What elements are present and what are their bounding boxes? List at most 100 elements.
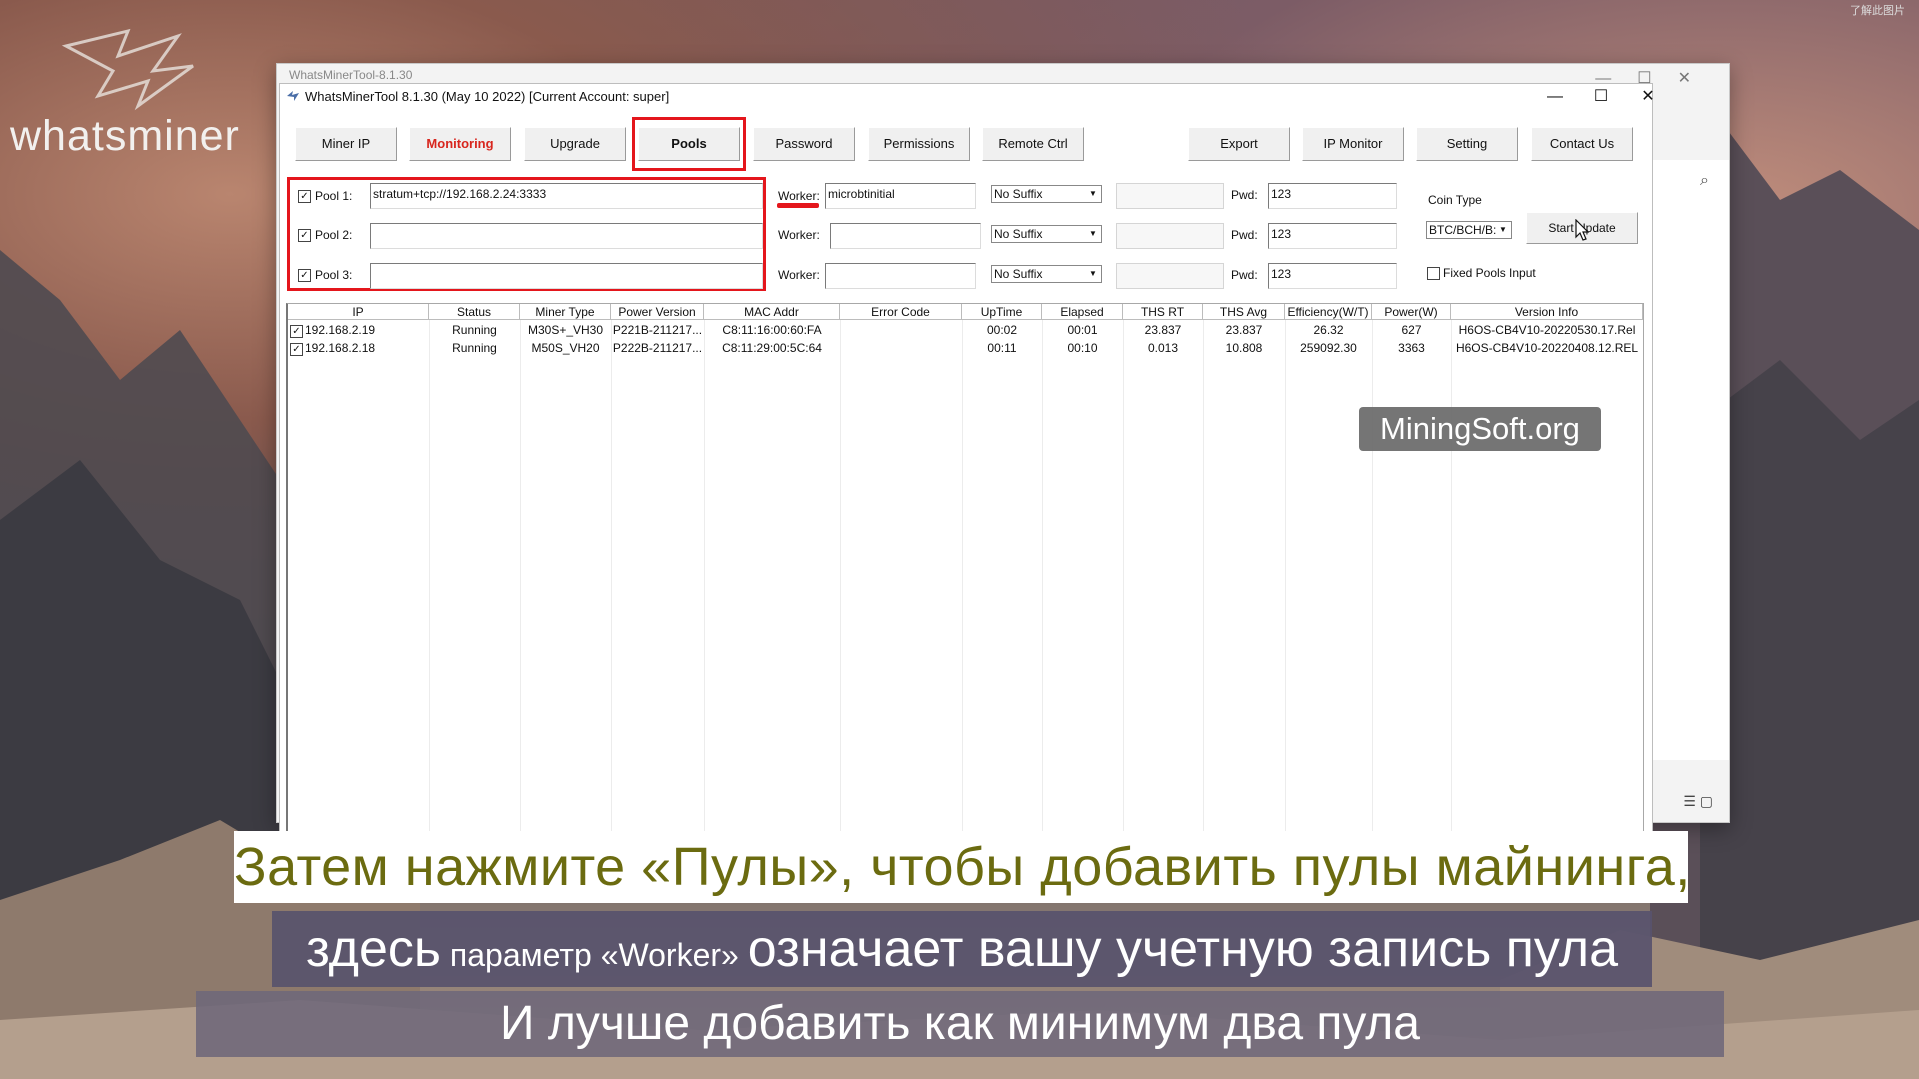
tab-contact-us[interactable]: Contact Us — [1531, 127, 1633, 161]
pool-1-extra-field[interactable] — [1116, 183, 1224, 209]
pool-3-extra-field[interactable] — [1116, 263, 1224, 289]
watermark-badge: MiningSoft.org — [1359, 407, 1601, 451]
cell-power-version: P221B-211217... — [612, 323, 703, 337]
pool-2-checkbox[interactable]: ✓ — [298, 229, 311, 242]
pool-3-worker-label: Worker: — [778, 268, 820, 282]
col-divider — [1451, 320, 1452, 844]
view-toggle-icon[interactable]: ☰ ▢ — [1683, 793, 1713, 810]
col-divider — [429, 320, 430, 844]
brand-logo-text: whatsminer — [10, 112, 240, 160]
tab-export[interactable]: Export — [1188, 127, 1290, 161]
col-divider — [1123, 320, 1124, 844]
pools-tab-highlight — [632, 117, 746, 171]
pool-3-worker-input[interactable] — [825, 263, 976, 289]
tab-password[interactable]: Password — [753, 127, 855, 161]
col-header-status[interactable]: Status — [429, 304, 520, 320]
tab-miner-ip[interactable]: Miner IP — [295, 127, 397, 161]
title-bar: WhatsMinerTool 8.1.30 (May 10 2022) [Cur… — [280, 84, 1655, 112]
search-icon[interactable]: ⌕ — [1700, 172, 1709, 190]
fixed-pools-checkbox[interactable] — [1427, 267, 1440, 280]
col-header-power-version[interactable]: Power Version — [611, 304, 704, 320]
col-header-version-info[interactable]: Version Info — [1451, 304, 1643, 320]
cell-power-version: P222B-211217... — [612, 341, 703, 355]
col-header-ths-avg[interactable]: THS Avg — [1203, 304, 1285, 320]
cell-power: 3363 — [1398, 341, 1425, 355]
cell-power: 627 — [1401, 323, 1422, 337]
pool-1-suffix-select[interactable]: No Suffix ▼ — [991, 185, 1102, 203]
col-header-mac-addr[interactable]: MAC Addr — [704, 304, 840, 320]
col-header-power[interactable]: Power(W) — [1372, 304, 1451, 320]
col-header-ths-rt[interactable]: THS RT — [1123, 304, 1203, 320]
pool-2-worker-label: Worker: — [778, 228, 820, 242]
pool-2-suffix-select[interactable]: No Suffix ▼ — [991, 225, 1102, 243]
pool-2-extra-field[interactable] — [1116, 223, 1224, 249]
cell-uptime: 00:02 — [986, 323, 1018, 337]
pool-2-url-input[interactable] — [370, 223, 763, 249]
pool-1-worker-input[interactable]: microbtinitial — [825, 183, 976, 209]
whatsminer-logo-icon — [61, 28, 194, 111]
cell-miner-type: M50S_VH20 — [531, 341, 600, 355]
col-header-error-code[interactable]: Error Code — [840, 304, 962, 320]
col-header-miner-type[interactable]: Miner Type — [520, 304, 611, 320]
row-checkbox[interactable]: ✓ — [290, 325, 303, 338]
minimize-button[interactable]: — — [1533, 86, 1577, 108]
row-checkbox[interactable]: ✓ — [290, 343, 303, 356]
col-divider — [1285, 320, 1286, 844]
coin-type-value: BTC/BCH/B: — [1429, 223, 1497, 237]
pool-2-pwd-input[interactable]: 123 — [1268, 223, 1397, 249]
cell-ths-rt: 0.013 — [1147, 341, 1179, 355]
maximize-button[interactable]: ☐ — [1579, 86, 1623, 108]
pool-1-worker-label: Worker: — [778, 189, 820, 203]
tab-ip-monitor[interactable]: IP Monitor — [1302, 127, 1404, 161]
col-divider — [1203, 320, 1204, 844]
cell-version-info: H6OS-CB4V10-20220530.17.Rel — [1458, 323, 1636, 337]
pool-1-checkbox[interactable]: ✓ — [298, 190, 311, 203]
col-divider — [611, 320, 612, 844]
pool-3-url-input[interactable] — [370, 263, 763, 289]
cell-elapsed: 00:10 — [1067, 341, 1098, 355]
cell-efficiency: 259092.30 — [1300, 341, 1357, 355]
tab-remote-ctrl[interactable]: Remote Ctrl — [982, 127, 1084, 161]
col-header-ip[interactable]: IP — [288, 304, 429, 320]
background-window-panel — [1651, 160, 1729, 760]
pool-1-url-input[interactable]: stratum+tcp://192.168.2.24:3333 — [370, 183, 763, 209]
pool-3-label: Pool 3: — [315, 268, 353, 282]
col-header-elapsed[interactable]: Elapsed — [1042, 304, 1123, 320]
col-divider — [1372, 320, 1373, 844]
pool-1-suffix-value: No Suffix — [994, 187, 1043, 201]
cell-uptime: 00:11 — [987, 341, 1017, 355]
pool-2-suffix-value: No Suffix — [994, 227, 1043, 241]
col-divider — [1042, 320, 1043, 844]
whatsminertool-window: WhatsMinerTool 8.1.30 (May 10 2022) [Cur… — [279, 83, 1655, 845]
mouse-cursor-icon — [1575, 219, 1590, 241]
tab-monitoring[interactable]: Monitoring — [409, 127, 511, 161]
coin-type-select[interactable]: BTC/BCH/B: ▼ — [1426, 221, 1512, 239]
chevron-down-icon: ▼ — [1499, 225, 1507, 234]
tab-permissions[interactable]: Permissions — [868, 127, 970, 161]
close-button[interactable]: ✕ — [1626, 86, 1670, 108]
subtitle-line-3: И лучше добавить как минимум два пула — [196, 991, 1724, 1057]
window-title: WhatsMinerTool 8.1.30 (May 10 2022) [Cur… — [305, 89, 670, 104]
pool-3-suffix-select[interactable]: No Suffix ▼ — [991, 265, 1102, 283]
pool-3-checkbox[interactable]: ✓ — [298, 269, 311, 282]
miner-table: IP Status Miner Type Power Version MAC A… — [286, 303, 1644, 845]
table-row[interactable]: ✓ 192.168.2.18 Running M50S_VH20 P222B-2… — [288, 340, 1643, 358]
background-window-title: WhatsMinerTool-8.1.30 — [289, 68, 413, 82]
table-row[interactable]: ✓ 192.168.2.19 Running M30S+_VH30 P221B-… — [288, 322, 1643, 340]
col-header-uptime[interactable]: UpTime — [962, 304, 1042, 320]
cell-status: Running — [452, 323, 497, 337]
corner-caption: 了解此图片 — [1850, 5, 1905, 17]
pool-3-pwd-input[interactable]: 123 — [1268, 263, 1397, 289]
tab-setting[interactable]: Setting — [1416, 127, 1518, 161]
pool-1-pwd-input[interactable]: 123 — [1268, 183, 1397, 209]
cell-ip: 192.168.2.19 — [305, 323, 376, 337]
pool-1-pwd-label: Pwd: — [1231, 188, 1258, 202]
pool-2-worker-input[interactable] — [830, 223, 981, 249]
tab-upgrade[interactable]: Upgrade — [524, 127, 626, 161]
col-divider — [520, 320, 521, 844]
chevron-down-icon: ▼ — [1089, 269, 1097, 278]
subtitle-line-2-part-c: означает вашу учетную запись пула — [747, 920, 1619, 978]
cell-ths-avg: 10.808 — [1225, 341, 1263, 355]
cell-elapsed: 00:01 — [1067, 323, 1098, 337]
col-header-efficiency[interactable]: Efficiency(W/T) — [1285, 304, 1372, 320]
